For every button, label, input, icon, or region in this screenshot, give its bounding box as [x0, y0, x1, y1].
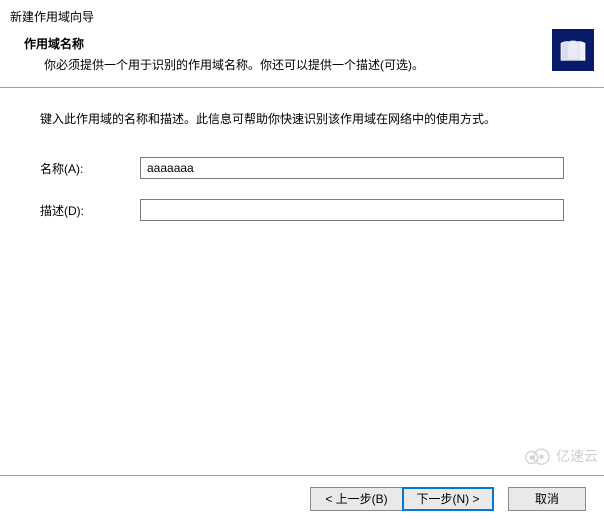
- header-text: 作用域名称 你必须提供一个用于识别的作用域名称。你还可以提供一个描述(可选)。: [0, 35, 604, 73]
- wizard-footer: < 上一步(B) 下一步(N) > 取消: [0, 475, 604, 521]
- description-input[interactable]: [140, 199, 564, 221]
- instruction-text: 键入此作用域的名称和描述。此信息可帮助你快速识别该作用域在网络中的使用方式。: [40, 110, 564, 127]
- nav-button-group: < 上一步(B) 下一步(N) >: [310, 487, 494, 511]
- name-input[interactable]: [140, 157, 564, 179]
- watermark: 亿速云: [522, 445, 598, 467]
- header-title: 作用域名称: [24, 35, 604, 52]
- wizard-header: 作用域名称 你必须提供一个用于识别的作用域名称。你还可以提供一个描述(可选)。: [0, 31, 604, 88]
- cancel-button[interactable]: 取消: [508, 487, 586, 511]
- back-button[interactable]: < 上一步(B): [310, 487, 402, 511]
- watermark-text: 亿速云: [556, 446, 598, 466]
- window-title: 新建作用域向导: [0, 0, 604, 31]
- content-area: 键入此作用域的名称和描述。此信息可帮助你快速识别该作用域在网络中的使用方式。 名…: [0, 88, 604, 221]
- name-label: 名称(A):: [40, 160, 140, 177]
- name-row: 名称(A):: [40, 157, 564, 179]
- description-row: 描述(D):: [40, 199, 564, 221]
- watermark-cloud-icon: [522, 445, 552, 467]
- header-subtitle: 你必须提供一个用于识别的作用域名称。你还可以提供一个描述(可选)。: [24, 56, 604, 73]
- next-button[interactable]: 下一步(N) >: [402, 487, 494, 511]
- scope-banner-icon: [552, 29, 594, 71]
- description-label: 描述(D):: [40, 202, 140, 219]
